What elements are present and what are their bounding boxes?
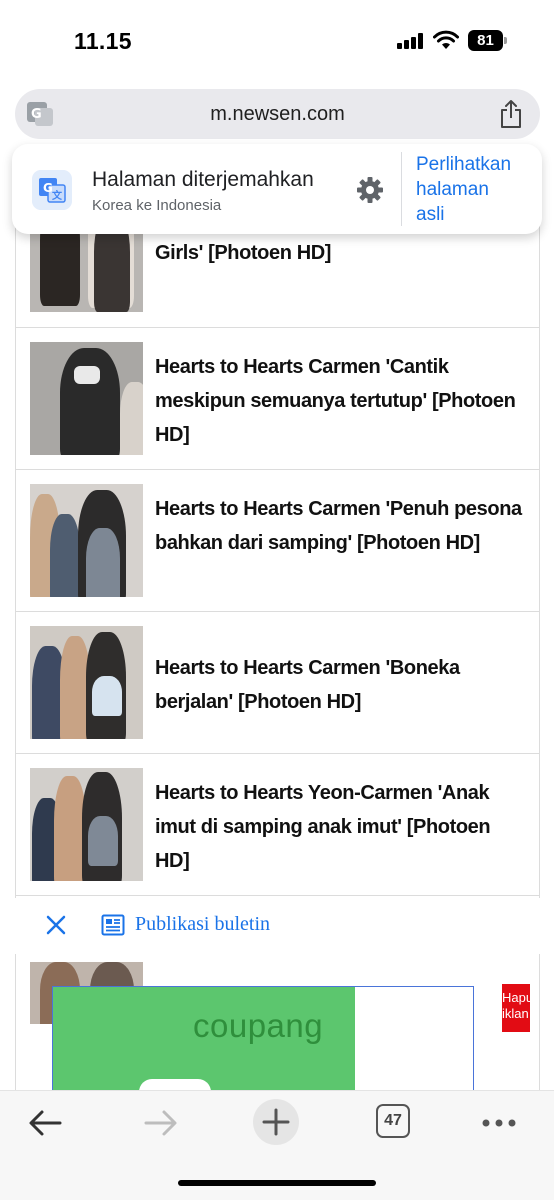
translate-title: Halaman diterjemahkan	[92, 168, 314, 191]
ad-banner[interactable]: coupang	[53, 987, 355, 1095]
home-indicator	[178, 1180, 376, 1186]
remove-ad-button[interactable]: Hapus iklan	[502, 984, 530, 1032]
status-bar: 11.15 81	[0, 0, 554, 82]
list-item[interactable]: Hearts to Hearts Carmen 'Cantik meskipun…	[15, 327, 540, 469]
close-icon[interactable]	[45, 914, 67, 936]
article-thumbnail[interactable]	[30, 626, 143, 739]
newsletter-bar: Publikasi buletin	[15, 898, 540, 954]
wifi-icon	[433, 30, 459, 49]
status-time: 11.15	[74, 28, 132, 54]
cellular-signal-icon	[397, 33, 425, 49]
plus-icon[interactable]	[253, 1099, 299, 1145]
forward-arrow-icon[interactable]	[136, 1103, 186, 1143]
translation-banner: G 文 Halaman diterjemahkan Korea ke Indon…	[12, 144, 542, 234]
article-thumbnail[interactable]	[30, 768, 143, 881]
advertisement[interactable]: coupang	[52, 986, 474, 1096]
new-tab-button[interactable]	[253, 1099, 299, 1145]
newspaper-icon	[101, 914, 125, 936]
svg-text:文: 文	[52, 189, 63, 202]
article-title[interactable]: Hearts to Hearts Yeon-Carmen 'Anak imut …	[155, 776, 525, 878]
ad-brand-logo: coupang	[193, 1007, 324, 1044]
battery-icon: 81	[468, 30, 508, 51]
divider	[401, 152, 402, 226]
url-text[interactable]: m.newsen.com	[15, 103, 540, 126]
gear-icon[interactable]	[356, 176, 384, 204]
back-arrow-icon[interactable]	[20, 1103, 70, 1143]
translate-languages: Korea ke Indonesia	[92, 197, 222, 214]
show-original-button[interactable]: Perlihatkan halaman asli	[416, 152, 511, 227]
article-title[interactable]: Hearts to Hearts Carmen 'Boneka berjalan…	[155, 651, 525, 719]
share-icon[interactable]	[498, 99, 524, 129]
address-bar[interactable]: G m.newsen.com	[15, 89, 540, 139]
list-item[interactable]: Hearts to Hearts Carmen 'Penuh pesona ba…	[15, 469, 540, 611]
article-thumbnail[interactable]	[30, 342, 143, 455]
tab-switcher-button[interactable]: 47	[376, 1104, 410, 1138]
list-item[interactable]: Hearts to Hearts Yeon-Carmen 'Anak imut …	[15, 753, 540, 895]
article-thumbnail[interactable]	[30, 484, 143, 597]
article-title[interactable]: Hearts to Hearts Carmen 'Penuh pesona ba…	[155, 492, 525, 560]
list-item[interactable]: Hearts to Hearts Carmen 'Boneka berjalan…	[15, 611, 540, 753]
battery-level: 81	[468, 30, 503, 51]
more-options-icon[interactable]	[474, 1103, 524, 1143]
google-translate-icon: G 文	[32, 170, 72, 210]
article-title[interactable]: Hearts to Hearts Carmen 'Cantik meskipun…	[155, 350, 525, 452]
newsletter-link[interactable]: Publikasi buletin	[135, 913, 270, 936]
